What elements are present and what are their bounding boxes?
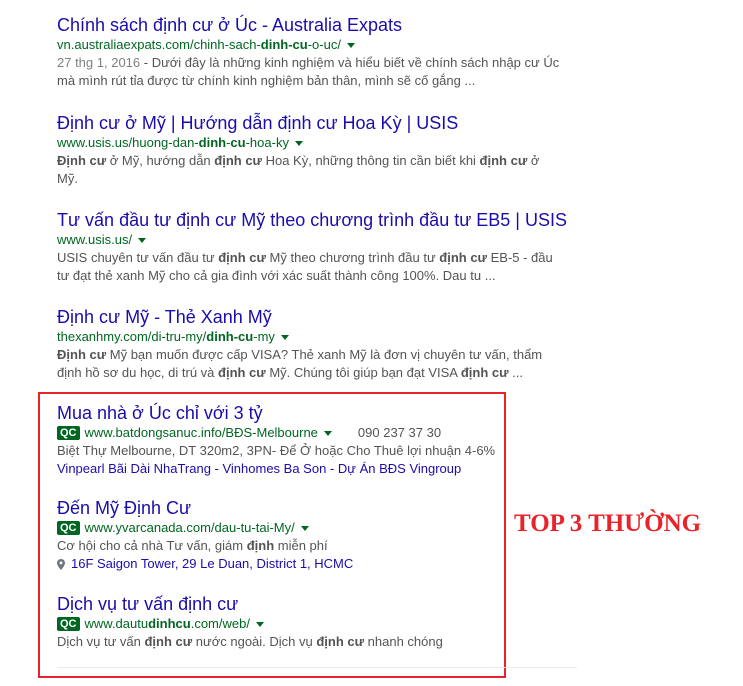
ad-url: QC www.dautu dinhcu .com/web/	[57, 615, 577, 633]
sitelink[interactable]: Dự Án BĐS Vingroup	[338, 461, 461, 476]
chevron-down-icon[interactable]	[323, 431, 332, 436]
ad-badge: QC	[57, 426, 80, 440]
chevron-down-icon[interactable]	[280, 335, 289, 340]
annotation-label: TOP 3 THƯỜNG	[514, 510, 702, 537]
result-url: vn.australiaexpats.com/chinh-sach-dinh-c…	[57, 36, 577, 54]
ad-result: Dịch vụ tư vấn định cư QC www.dautu dinhc…	[57, 593, 577, 651]
ad-sitelinks: Vinpearl Bãi Dài NhaTrang - Vinhomes Ba …	[57, 461, 462, 476]
ad-result: Đến Mỹ Định Cư QC www.yvarcanada.com/dau…	[57, 497, 577, 573]
ad-title-link[interactable]: Đến Mỹ Định Cư	[57, 497, 577, 519]
result-title-link[interactable]: Định cư Mỹ - Thẻ Xanh Mỹ	[57, 306, 577, 328]
result-url: www.usis.us/	[57, 231, 577, 249]
ad-badge: QC	[57, 617, 80, 631]
ad-snippet: Dịch vụ tư vấn định cư nước ngoài. Dịch …	[57, 634, 443, 649]
result-title-link[interactable]: Tư vấn đầu tư định cư Mỹ theo chương trì…	[57, 209, 577, 231]
search-result: Tư vấn đầu tư định cư Mỹ theo chương trì…	[57, 209, 577, 285]
search-result: Định cư Mỹ - Thẻ Xanh Mỹ thexanhmy.com/d…	[57, 306, 577, 382]
result-snippet: Định cư Mỹ bạn muốn được cấp VISA? Thẻ x…	[57, 347, 543, 380]
result-snippet: Định cư ở Mỹ, hướng dẫn định cư Hoa Kỳ, …	[57, 153, 540, 186]
result-snippet: USIS chuyên tư vấn đầu tư định cư Mỹ the…	[57, 250, 553, 283]
sitelink[interactable]: Vinpearl Bãi Dài NhaTrang	[57, 461, 211, 476]
ad-snippet: Cơ hội cho cả nhà Tư vấn, giám định miễn…	[57, 538, 328, 553]
ad-badge: QC	[57, 521, 80, 535]
result-url: thexanhmy.com/di-tru-my/dinh-cu -my	[57, 328, 577, 346]
chevron-down-icon[interactable]	[255, 622, 264, 627]
chevron-down-icon[interactable]	[300, 526, 309, 531]
result-url: www.usis.us/huong-dan-dinh - cu -hoa-ky	[57, 134, 577, 152]
result-snippet: 27 thg 1, 2016 - Dưới đây là những kinh …	[57, 55, 560, 88]
location-pin-icon	[57, 558, 65, 570]
result-title-link[interactable]: Định cư ở Mỹ | Hướng dẫn định cư Hoa Kỳ …	[57, 112, 577, 134]
result-title-link[interactable]: Chính sách định cư ở Úc - Australia Expa…	[57, 14, 577, 36]
search-result: Chính sách định cư ở Úc - Australia Expa…	[57, 14, 577, 90]
divider	[57, 667, 577, 668]
chevron-down-icon[interactable]	[294, 141, 303, 146]
search-result: Định cư ở Mỹ | Hướng dẫn định cư Hoa Kỳ …	[57, 112, 577, 188]
chevron-down-icon[interactable]	[346, 43, 355, 48]
ad-title-link[interactable]: Mua nhà ở Úc chỉ với 3 tỷ	[57, 402, 577, 424]
ad-title-link[interactable]: Dịch vụ tư vấn định cư	[57, 593, 577, 615]
chevron-down-icon[interactable]	[138, 238, 147, 243]
ad-location[interactable]: 16F Saigon Tower, 29 Le Duan, District 1…	[57, 555, 577, 573]
ad-phone[interactable]: 090 237 37 30	[358, 424, 441, 442]
ad-url: QC www.yvarcanada.com/dau-tu-tai-My/	[57, 519, 577, 537]
result-date: 27 thg 1, 2016	[57, 55, 141, 70]
ad-url: QC www.batdongsanuc.info/BĐS-Melbourne 0…	[57, 424, 577, 442]
ad-snippet: Biệt Thự Melbourne, DT 320m2, 3PN- Để Ở …	[57, 443, 496, 458]
sitelink[interactable]: Vinhomes Ba Son	[222, 461, 326, 476]
ad-result: Mua nhà ở Úc chỉ với 3 tỷ QC www.batdong…	[57, 402, 577, 478]
